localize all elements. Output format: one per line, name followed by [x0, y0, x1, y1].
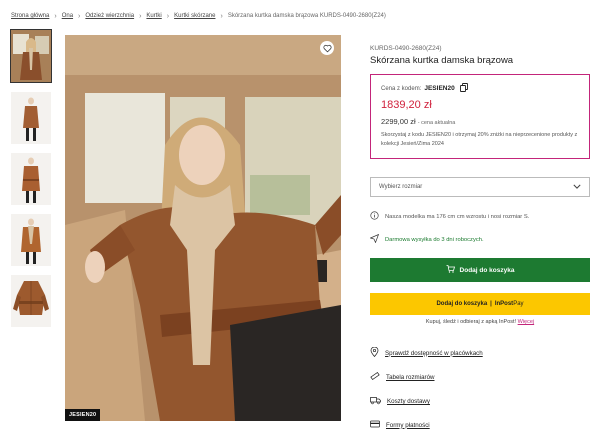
breadcrumb-home[interactable]: Strona główna — [11, 13, 49, 19]
code-label: Cena z kodem: — [381, 85, 422, 92]
shipping-costs-link[interactable]: Koszty dostawy — [370, 396, 430, 407]
store-availability-label: Sprawdź dostępność w placówkach — [385, 349, 483, 357]
chevron-right-icon: › — [54, 12, 57, 20]
chevron-right-icon: › — [139, 12, 142, 20]
breadcrumb-leather-jackets[interactable]: Kurtki skórzane — [174, 13, 215, 19]
truck-icon — [370, 396, 381, 407]
ruler-icon — [370, 371, 380, 383]
inpost-pay-button[interactable]: Dodaj do koszyka | InPostPay — [370, 293, 590, 315]
breadcrumb-jackets[interactable]: Kurtki — [146, 13, 161, 19]
thumbnail-2[interactable] — [11, 92, 51, 144]
size-chart-label: Tabela rozmiarów — [386, 373, 435, 381]
chevron-right-icon: › — [166, 12, 170, 20]
size-select[interactable]: Wybierz rozmiar — [370, 177, 590, 197]
cart-icon — [446, 265, 455, 275]
promo-code-tag: JESIEN20 — [65, 409, 101, 421]
promo-price: 1839,20 zł — [381, 99, 432, 111]
breadcrumb-ona[interactable]: Ona — [62, 13, 73, 19]
size-select-placeholder: Wybierz rozmiar — [379, 184, 423, 190]
model-info: Nasza modelka ma 176 cm cm wzrostu i nos… — [370, 211, 529, 222]
shipping-info: Darmowa wysyłka do 3 dni roboczych. — [369, 233, 484, 245]
promo-description: Skorzystaj z kodu JESIEN20 i otrzymaj 20… — [381, 132, 578, 147]
current-price-line: 2299,00 zł - cena aktualna — [381, 117, 579, 126]
size-chart-link[interactable]: Tabela rozmiarów — [370, 371, 435, 383]
store-availability-link[interactable]: Sprawdź dostępność w placówkach — [370, 346, 483, 359]
current-price-note: - cena aktualna — [417, 120, 456, 126]
thumbnail-4[interactable] — [11, 214, 51, 266]
current-price: 2299,00 zł — [381, 117, 416, 126]
shipping-costs-label: Koszty dostawy — [387, 398, 430, 405]
add-to-cart-button[interactable]: Dodaj do koszyka — [370, 258, 590, 282]
inpost-pay-logo: InPostPay — [494, 301, 524, 307]
product-sku: KURDS-0490-2680(Z24) — [370, 45, 442, 52]
separator-bar: | — [490, 301, 492, 307]
copy-icon[interactable] — [459, 83, 468, 94]
discount-code-line: Cena z kodem: JESIEN20 — [381, 83, 579, 94]
thumbnail-1[interactable] — [10, 29, 52, 83]
inpost-more-link[interactable]: Więcej — [518, 319, 535, 325]
thumbnail-5[interactable] — [11, 275, 51, 327]
payment-methods-label: Formy płatności — [386, 421, 430, 429]
paper-plane-icon — [369, 233, 380, 245]
breadcrumb: Strona główna › Ona › Odzież wierzchnia … — [11, 11, 386, 21]
shipping-info-text: Darmowa wysyłka do 3 dni roboczych. — [385, 236, 484, 243]
model-info-text: Nasza modelka ma 176 cm cm wzrostu i nos… — [385, 213, 530, 220]
product-photo — [65, 35, 341, 421]
info-icon — [370, 211, 379, 222]
chevron-right-icon: › — [220, 12, 223, 20]
thumbnail-3[interactable] — [11, 153, 51, 205]
breadcrumb-current: Skórzana kurtka damska brązowa KURDS-049… — [227, 13, 386, 19]
credit-card-icon — [370, 420, 380, 430]
chevron-right-icon: › — [78, 12, 81, 20]
main-product-image[interactable]: JESIEN20 — [65, 35, 341, 421]
add-to-cart-label: Dodaj do koszyka — [459, 266, 515, 274]
product-title: Skórzana kurtka damska brązowa — [370, 55, 514, 66]
product-header: KURDS-0490-2680(Z24) Skórzana kurtka dam… — [370, 45, 590, 66]
payment-methods-link[interactable]: Formy płatności — [370, 420, 430, 430]
map-pin-icon — [370, 346, 379, 359]
breadcrumb-outerwear[interactable]: Odzież wierzchnia — [85, 13, 134, 19]
price-box: Cena z kodem: JESIEN20 1839,20 zł 2299,0… — [370, 74, 590, 159]
discount-code: JESIEN20 — [424, 85, 455, 92]
inpost-pay-label: Dodaj do koszyka — [436, 301, 488, 307]
inpost-note: Kupuj, śledź i odbieraj z apką InPost! W… — [370, 319, 590, 325]
inpost-note-text: Kupuj, śledź i odbieraj z apką InPost! — [425, 319, 517, 325]
favorite-heart-icon[interactable] — [320, 41, 334, 55]
chevron-down-icon — [573, 184, 581, 191]
